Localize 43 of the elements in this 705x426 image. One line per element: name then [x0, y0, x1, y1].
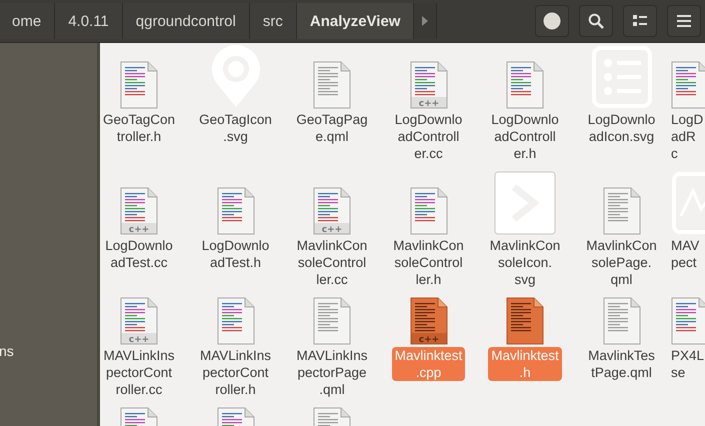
file-type-label: c++	[418, 335, 439, 345]
circle-icon	[543, 12, 561, 30]
document-icon[interactable]	[671, 297, 705, 345]
menu-icon	[677, 15, 691, 27]
file-name[interactable]: MavlinkCon soleControl ler.cc	[294, 237, 370, 288]
file-name[interactable]: LogDownlo adTest.cc	[102, 237, 176, 271]
file-name[interactable]: LogDownlo adTest.h	[198, 237, 272, 271]
file-type-label: c++	[128, 225, 150, 235]
file-type-label: c++	[418, 99, 439, 109]
document-icon[interactable]	[216, 187, 254, 235]
file-name[interactable]: PX4L se	[671, 347, 704, 381]
file-name[interactable]: GeoTagPag e.qml	[293, 111, 371, 145]
file-name[interactable]: MAVLinkIns pectorPage .qml	[293, 347, 371, 398]
document-icon[interactable]	[410, 187, 448, 235]
document-icon[interactable]	[120, 61, 158, 109]
file-name[interactable]: MavlinkCon soleControl ler.h	[390, 237, 467, 288]
view-options-button[interactable]	[623, 5, 657, 37]
file-type-label: c++	[322, 225, 342, 235]
document-icon[interactable]	[216, 297, 254, 345]
menu-button[interactable]	[667, 5, 701, 37]
search-button[interactable]	[579, 5, 613, 37]
file-name[interactable]: LogDownlo adControll er.h	[488, 111, 562, 162]
file-name[interactable]: MavlinkCon soleIcon. svg	[486, 237, 564, 288]
file-name[interactable]: MAVLinkIns pectorCont roller.cc	[100, 347, 178, 398]
triangle-right-icon	[422, 16, 428, 26]
sidebar-item[interactable]: ns	[0, 343, 15, 359]
document-icon[interactable]	[671, 61, 705, 109]
status-button[interactable]	[535, 5, 569, 37]
path-button[interactable]: AnalyzeView	[296, 3, 414, 39]
file-name[interactable]: MAVLinkIns pectorCont roller.h	[196, 347, 274, 398]
file-name[interactable]: LogD adR c	[671, 111, 704, 162]
file-type-label: c++	[128, 335, 150, 345]
search-icon	[588, 13, 604, 29]
document-icon[interactable]	[506, 61, 544, 109]
file-name[interactable]: MAV pect	[671, 237, 700, 271]
file-name[interactable]: LogDownlo adControll er.cc	[392, 111, 466, 162]
list-view-icon	[633, 15, 647, 27]
file-name[interactable]: GeoTagIcon .svg	[196, 111, 275, 145]
file-name[interactable]: MavlinkTes tPage.qml	[585, 347, 658, 381]
file-name[interactable]: MavlinkCon solePage. qml	[583, 237, 660, 288]
document-icon[interactable]	[506, 297, 544, 345]
file-name[interactable]: GeoTagCon troller.h	[100, 111, 178, 145]
file-name[interactable]: LogDownlo adIcon.svg	[584, 111, 658, 145]
